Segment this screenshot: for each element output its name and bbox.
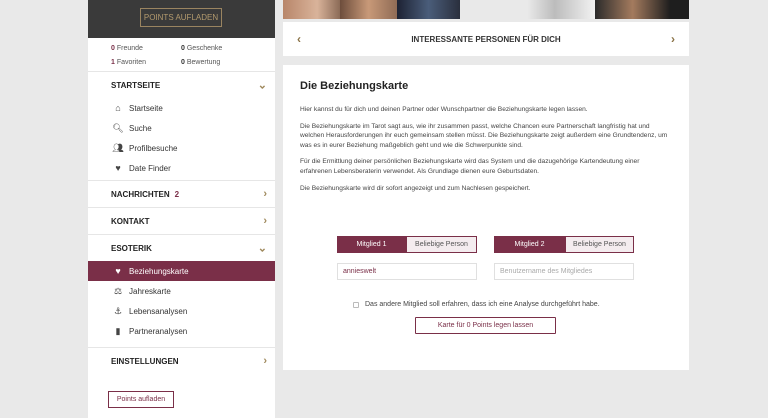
home-icon: ⌂: [115, 103, 121, 113]
chevron-left-icon[interactable]: ‹: [297, 32, 301, 46]
notify-checkbox-label: Das andere Mitglied soll erfahren, dass …: [365, 301, 600, 308]
profile-photo[interactable]: [595, 0, 689, 19]
chevron-right-icon: ›: [263, 188, 267, 200]
description-paragraph: Die Beziehungskarte im Tarot sagt aus, w…: [300, 122, 668, 149]
tab-beliebige-person-2[interactable]: Beliebige Person: [565, 236, 634, 253]
profile-photo[interactable]: [340, 0, 397, 19]
user-stats: 0 Freunde 0 Geschenke 1 Favoriten 0 Bewe…: [88, 38, 275, 71]
section-startseite[interactable]: STARTSEITE ⌄: [88, 71, 275, 98]
method-paragraph: Für die Ermittlung deiner persönlichen B…: [300, 158, 640, 175]
profile-photo[interactable]: [528, 0, 595, 19]
interesting-people-bar: ‹ INTERESSANTE PERSONEN FÜR DICH ›: [283, 22, 689, 56]
chevron-down-icon: ⌄: [257, 242, 267, 255]
chevron-right-icon[interactable]: ›: [671, 32, 675, 46]
sidebar-item-jahreskarte[interactable]: ⚖︎ Jahreskarte: [88, 281, 275, 301]
page-title: Die Beziehungskarte: [300, 80, 409, 92]
heartbeat-icon: ♥: [115, 266, 121, 276]
sidebar-item-lebensanalysen[interactable]: ⚓︎ Lebensanalysen: [88, 301, 275, 321]
legen-lassen-button[interactable]: Karte für 0 Points legen lassen: [415, 317, 556, 334]
users-icon: 👥︎: [112, 142, 124, 153]
anchor-icon: ⚓︎: [113, 305, 123, 316]
chevron-right-icon: ›: [263, 215, 267, 227]
heart-icon: ♥: [115, 163, 121, 173]
section-kontakt[interactable]: KONTAKT ›: [88, 207, 275, 234]
points-aufladen-top-button[interactable]: POINTS AUFLADEN: [140, 8, 222, 27]
section-nachrichten[interactable]: NACHRICHTEN 2 ›: [88, 180, 275, 207]
sidebar: POINTS AUFLADEN 0 Freunde 0 Geschenke 1 …: [88, 0, 275, 418]
stat-freunde[interactable]: 0 Freunde: [111, 45, 181, 57]
section-esoterik[interactable]: ESOTERIK ⌄: [88, 234, 275, 261]
sidebar-header: POINTS AUFLADEN: [88, 0, 275, 38]
tab-mitglied-1[interactable]: Mitglied 1: [337, 236, 406, 253]
sidebar-item-profilbesuche[interactable]: 👥︎ Profilbesuche: [88, 138, 275, 158]
profile-photo[interactable]: [397, 0, 460, 19]
search-icon: 🔍︎: [112, 122, 124, 133]
profile-photo[interactable]: [283, 0, 340, 19]
sidebar-item-startseite[interactable]: ⌂ Startseite: [88, 98, 275, 118]
sidebar-item-beziehungskarte[interactable]: ♥ Beziehungskarte: [88, 261, 275, 281]
section-einstellungen[interactable]: EINSTELLUNGEN ›: [88, 347, 275, 374]
chevron-right-icon: ›: [263, 355, 267, 367]
stat-geschenke[interactable]: 0 Geschenke: [181, 45, 271, 57]
sidebar-item-partneranalysen[interactable]: ▮ Partneranalysen: [88, 321, 275, 341]
nachrichten-count-badge: 2: [174, 189, 180, 199]
sidebar-item-date-finder[interactable]: ♥ Date Finder: [88, 158, 275, 178]
beziehungskarte-card: Die Beziehungskarte Hier kannst du für d…: [283, 65, 689, 370]
stat-bewertung[interactable]: 0 Bewertung: [181, 59, 271, 71]
member2-tabs: Mitglied 2 Beliebige Person: [494, 236, 634, 253]
notify-checkbox[interactable]: [353, 301, 359, 308]
notify-checkbox-row[interactable]: Das andere Mitglied soll erfahren, dass …: [353, 301, 600, 308]
member1-tabs: Mitglied 1 Beliebige Person: [337, 236, 477, 253]
people-bar-title: INTERESSANTE PERSONEN FÜR DICH: [411, 34, 561, 44]
bar-chart-icon: ▮: [115, 325, 121, 336]
tab-beliebige-person-1[interactable]: Beliebige Person: [406, 236, 477, 253]
result-paragraph: Die Beziehungskarte wird dir sofort ange…: [300, 184, 531, 192]
tab-mitglied-2[interactable]: Mitglied 2: [494, 236, 565, 253]
points-aufladen-bottom-button[interactable]: Points aufladen: [108, 391, 174, 408]
stat-favoriten[interactable]: 1 Favoriten: [111, 59, 181, 71]
sidebar-item-suche[interactable]: 🔍︎ Suche: [88, 118, 275, 138]
people-photo-strip: [283, 0, 689, 19]
balance-scale-icon: ⚖︎: [113, 285, 123, 296]
chevron-down-icon: ⌄: [257, 79, 267, 92]
intro-paragraph: Hier kannst du für dich und deinen Partn…: [300, 106, 588, 113]
member1-username-field[interactable]: annieswelt: [337, 263, 477, 280]
member2-username-field[interactable]: Benutzername des Mitgliedes: [494, 263, 634, 280]
